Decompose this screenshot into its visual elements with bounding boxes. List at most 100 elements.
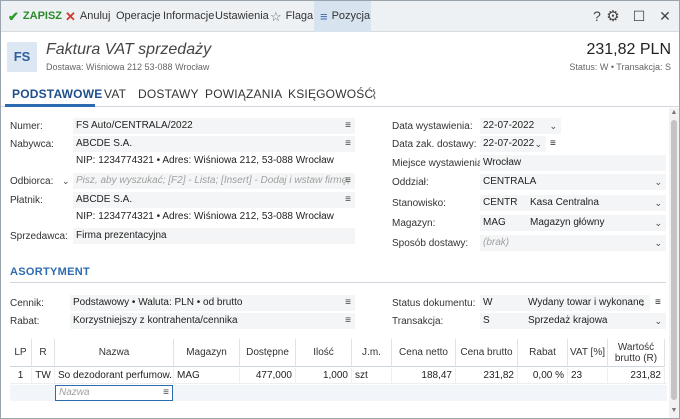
divider	[10, 282, 666, 283]
column-header-magazyn[interactable]: Magazyn	[174, 339, 240, 367]
save-button[interactable]: ✔ ZAPISZ	[8, 1, 62, 32]
star-icon: ☆	[270, 9, 282, 24]
platnik-label: Płatnik:	[10, 195, 43, 206]
info-menu[interactable]: Informacje	[163, 1, 214, 32]
chevron-down-icon[interactable]: ⌄	[654, 174, 662, 190]
close-window-icon[interactable]: ✕	[653, 1, 677, 32]
chevron-down-icon[interactable]: ⌄	[654, 215, 662, 231]
rabat-label: Rabat:	[10, 316, 40, 327]
column-header-wartosc-brutto[interactable]: Wartość brutto (R)	[608, 339, 665, 367]
cell-ilosc[interactable]: 1,000	[296, 368, 352, 384]
status-dokumentu-select[interactable]: W Wydany towar i wykonane ⌄	[480, 295, 650, 311]
chevron-down-icon[interactable]: ⌄	[654, 195, 662, 211]
tab-bar: PODSTAWOWE VAT DOSTAWY POWIĄZANIA KSIĘGO…	[1, 83, 679, 107]
operations-menu[interactable]: Operacje	[116, 1, 161, 32]
menu-icon[interactable]: ≡	[655, 295, 661, 311]
tab-ksiegowosc[interactable]: KSIĘGOWOŚĆ	[288, 87, 373, 101]
document-type-badge: FS	[7, 42, 37, 72]
menu-icon[interactable]: ≡	[345, 173, 351, 189]
column-header-lp[interactable]: LP	[10, 339, 32, 367]
menu-icon[interactable]: ≡	[345, 192, 351, 208]
cell-nazwa[interactable]: So dezodorant perfumow...	[55, 368, 174, 384]
tab-vat[interactable]: VAT	[104, 87, 126, 101]
toolbar: ✔ ZAPISZ ✕ Anuluj Operacje Informacje Usta…	[1, 1, 679, 32]
position-button[interactable]: ≡ Pozycja	[314, 1, 371, 32]
scroll-down-icon[interactable]: ▼	[669, 406, 679, 416]
oddzial-select[interactable]: CENTRALA ⌄	[480, 174, 666, 190]
menu-icon[interactable]: ≡	[163, 386, 169, 400]
cell-dostepne: 477,000	[240, 368, 296, 384]
magazyn-select[interactable]: MAG Magazyn główny ⌄	[480, 215, 666, 231]
column-header-ilosc[interactable]: Ilość	[296, 339, 352, 367]
miejsce-field[interactable]: Wrocław	[480, 155, 666, 171]
transakcja-select[interactable]: S Sprzedaż krajowa ⌄	[480, 313, 666, 329]
hamburger-icon: ≡	[320, 9, 328, 24]
cennik-field[interactable]: Podstawowy • Waluta: PLN • od brutto ≡	[70, 295, 355, 311]
new-row-nazwa-input[interactable]: Nazwa ≡	[55, 385, 173, 401]
menu-icon[interactable]: ≡	[345, 118, 351, 134]
column-header-rabat[interactable]: Rabat	[518, 339, 568, 367]
data-zak-dostawy-field[interactable]: 22-07-2022 ⌄	[480, 136, 546, 152]
odbiorca-field[interactable]: Pisz, aby wyszukać; [F2] - Lista; [Inser…	[73, 173, 355, 189]
miejsce-label: Miejsce wystawienia:	[392, 158, 486, 169]
cell-cena-netto[interactable]: 188,47	[392, 368, 456, 384]
cell-magazyn[interactable]: MAG	[174, 368, 240, 384]
cancel-button[interactable]: ✕ Anuluj	[65, 1, 110, 32]
scroll-up-icon[interactable]: ▲	[669, 108, 679, 118]
scrollbar-thumb[interactable]	[671, 120, 677, 400]
column-header-dostepne[interactable]: Dostępne	[240, 339, 296, 367]
document-amount: 231,82 PLN	[586, 41, 671, 58]
chevron-down-icon[interactable]: ⌄	[62, 173, 70, 189]
chevron-down-icon[interactable]: ⌄	[654, 235, 662, 251]
cell-rabat[interactable]: 0,00 %	[518, 368, 568, 384]
menu-icon[interactable]: ≡	[345, 313, 351, 329]
column-header-cena-netto[interactable]: Cena netto	[392, 339, 456, 367]
cell-vat[interactable]: 23	[568, 368, 608, 384]
stanowisko-select[interactable]: CENTR Kasa Centralna ⌄	[480, 195, 666, 211]
nabywca-field[interactable]: ABCDE S.A. ≡	[73, 136, 355, 152]
menu-icon[interactable]: ≡	[345, 295, 351, 311]
column-header-cena-brutto[interactable]: Cena brutto	[456, 339, 518, 367]
column-header-nazwa[interactable]: Nazwa	[55, 339, 174, 367]
chevron-down-icon[interactable]: ⌄	[549, 118, 557, 134]
flag-button[interactable]: ☆ Flaga	[270, 1, 313, 32]
document-header: FS Faktura VAT sprzedaży Dostawa: Wiśnio…	[1, 33, 679, 81]
data-wystawienia-field[interactable]: 22-07-2022 ⌄	[480, 118, 561, 134]
vertical-scrollbar[interactable]: ▲ ▼	[669, 108, 679, 418]
oddzial-label: Oddział:	[392, 177, 429, 188]
numer-field[interactable]: FS Auto/CENTRALA/2022 ≡	[73, 118, 355, 134]
tab-podstawowe[interactable]: PODSTAWOWE	[12, 87, 102, 101]
cell-r: TW	[32, 368, 55, 384]
sposob-dostawy-select[interactable]: (brak) ⌄	[480, 235, 666, 251]
attachment-icon[interactable]: ⌇	[371, 87, 378, 103]
delivery-address: Dostawa: Wiśniowa 212 53-088 Wrocław	[46, 62, 210, 72]
chevron-down-icon[interactable]: ⌄	[654, 313, 662, 329]
maximize-icon[interactable]: ☐	[627, 1, 651, 32]
column-header-jm[interactable]: J.m.	[352, 339, 392, 367]
menu-icon[interactable]: ≡	[550, 136, 556, 152]
platnik-field[interactable]: ABCDE S.A. ≡	[73, 192, 355, 208]
nabywca-details: NIP: 1234774321 • Adres: Wiśniowa 212, 5…	[76, 155, 334, 166]
chevron-down-icon[interactable]: ⌄	[534, 136, 542, 152]
settings-menu[interactable]: Ustawienia	[215, 1, 269, 32]
numer-label: Numer:	[10, 121, 43, 132]
cell-wartosc: 231,82	[608, 368, 665, 384]
close-icon: ✕	[65, 9, 76, 24]
gear-icon[interactable]: ⚙	[601, 1, 625, 32]
data-zak-dostawy-label: Data zak. dostawy:	[392, 139, 477, 150]
cell-cena-brutto[interactable]: 231,82	[456, 368, 518, 384]
chevron-down-icon[interactable]: ⌄	[638, 295, 646, 311]
tab-powiazania[interactable]: POWIĄZANIA	[205, 87, 282, 101]
status-dokumentu-label: Status dokumentu:	[392, 298, 476, 309]
document-window: ✔ ZAPISZ ✕ Anuluj Operacje Informacje Usta…	[0, 0, 680, 419]
column-header-r[interactable]: R	[32, 339, 55, 367]
platnik-details: NIP: 1234774321 • Adres: Wiśniowa 212, 5…	[76, 211, 334, 222]
menu-icon[interactable]: ≡	[345, 136, 351, 152]
cell-jm[interactable]: szt	[352, 368, 392, 384]
tab-dostawy[interactable]: DOSTAWY	[138, 87, 199, 101]
status-badge: Status: W • Transakcja: S	[569, 62, 671, 72]
active-tab-indicator	[5, 104, 95, 107]
sprzedawca-label: Sprzedawca:	[10, 231, 68, 242]
column-header-vat[interactable]: VAT [%]	[568, 339, 608, 367]
rabat-field[interactable]: Korzystniejszy z kontrahenta/cennika ≡	[70, 313, 355, 329]
